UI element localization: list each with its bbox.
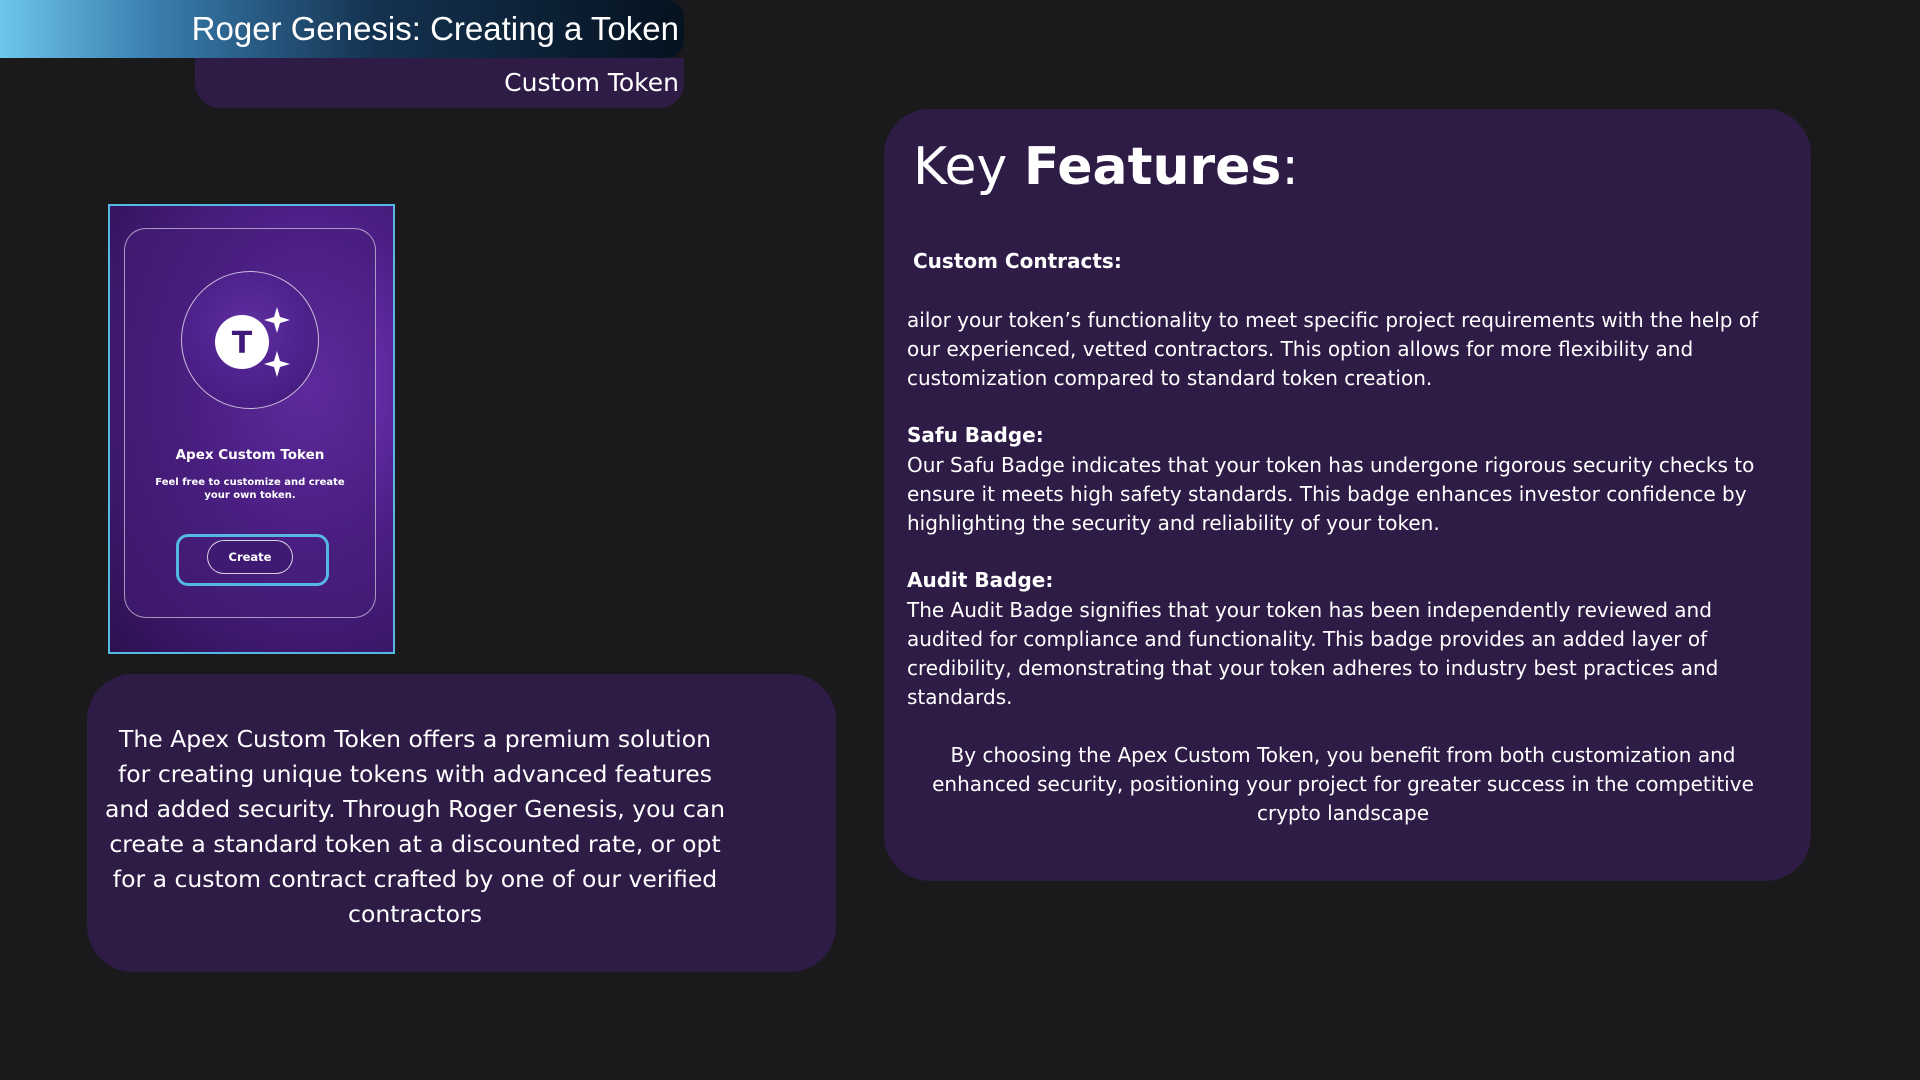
description-panel: The Apex Custom Token offers a premium s…	[87, 674, 836, 972]
features-heading-colon: :	[1281, 137, 1299, 197]
token-letter: T	[232, 326, 253, 361]
feature-label-custom-contracts: Custom Contracts:	[913, 249, 1122, 273]
features-heading: Key Features:	[913, 137, 1299, 197]
features-closing-text: By choosing the Apex Custom Token, you b…	[932, 743, 1754, 825]
token-card-description: Feel free to customize and create your o…	[155, 477, 345, 501]
app-mockup-image: T Apex Custom Token Feel free to customi…	[108, 204, 395, 654]
page-subtitle: Custom Token	[504, 68, 679, 97]
page-title: Roger Genesis: Creating a Token	[191, 10, 679, 47]
feature-body-custom-contracts: ailor your token’s functionality to meet…	[907, 308, 1759, 390]
feature-label-audit-badge: Audit Badge:	[907, 568, 1054, 592]
token-card: T Apex Custom Token Feel free to customi…	[124, 228, 376, 618]
token-sparkle-icon: T	[181, 271, 319, 409]
title-banner: Roger Genesis: Creating a Token	[0, 0, 684, 58]
create-button-highlight: Create	[176, 534, 329, 586]
create-button[interactable]: Create	[207, 540, 293, 574]
token-card-title: Apex Custom Token	[175, 447, 325, 463]
token-icon-graphic: T	[215, 307, 290, 377]
feature-label-safu-badge: Safu Badge:	[907, 423, 1044, 447]
description-text: The Apex Custom Token offers a premium s…	[104, 725, 726, 928]
feature-body-safu-badge: Our Safu Badge indicates that your token…	[907, 453, 1755, 535]
features-heading-bold: Features	[1023, 137, 1282, 197]
key-features-panel: Key Features: Custom Contracts: ailor yo…	[884, 109, 1811, 881]
features-heading-light: Key	[913, 137, 1024, 197]
feature-body-audit-badge: The Audit Badge signifies that your toke…	[907, 598, 1719, 709]
subtitle-banner: Custom Token	[195, 58, 684, 108]
